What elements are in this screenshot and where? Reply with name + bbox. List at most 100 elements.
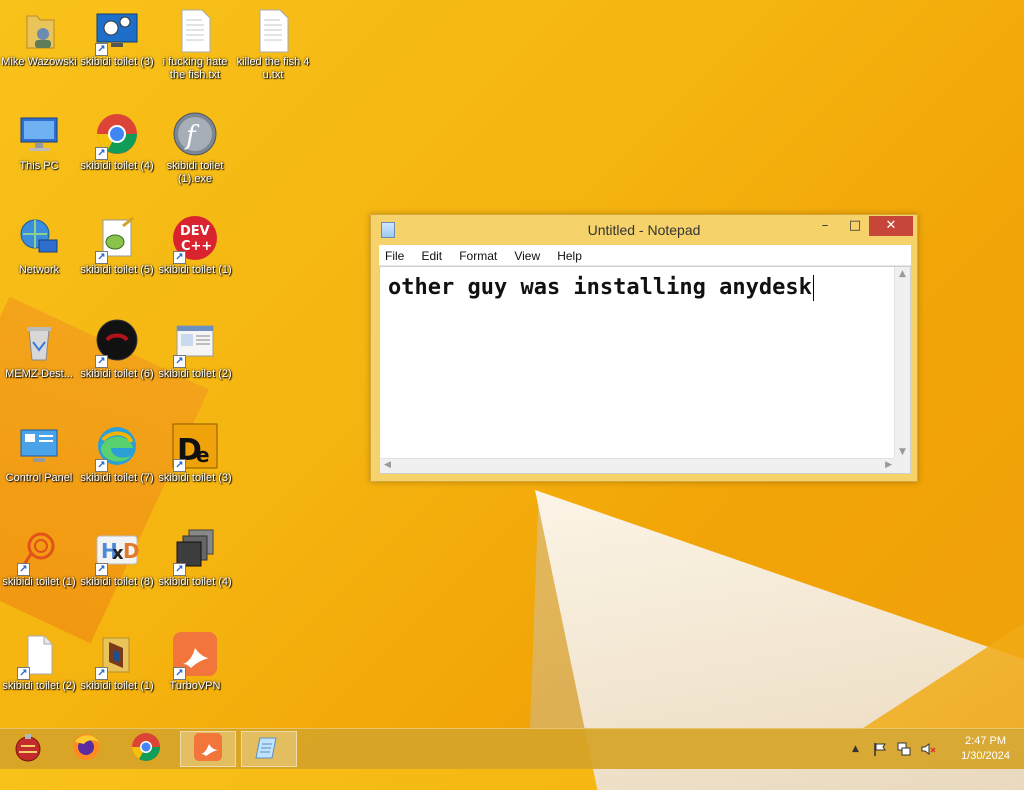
shortcut-arrow-icon: ↗ <box>95 147 108 160</box>
settings-monitor-icon: ↗ <box>93 6 141 56</box>
clock-date: 1/30/2024 <box>961 750 1010 762</box>
desktop-icon-label: killed the fish 4 u.txt <box>236 56 310 81</box>
taskbar-chrome-button[interactable] <box>118 731 174 767</box>
desktop-icon-skibidi-2-app[interactable]: ↗ skibidi toilet (2) <box>157 318 233 381</box>
desktop-icon-skibidi-8[interactable]: HxD ↗ skibidi toilet (8) <box>79 526 155 589</box>
minimize-button[interactable]: – <box>811 216 839 236</box>
network-status-icon[interactable] <box>896 741 912 760</box>
desktop-icon-fish-txt[interactable]: i fucking hate the fish.txt <box>157 6 233 82</box>
menu-bar: File Edit Format View Help <box>379 245 911 266</box>
menu-edit[interactable]: Edit <box>415 246 448 266</box>
edge-icon: ↗ <box>93 422 141 472</box>
clock-time: 2:47 PM <box>965 735 1007 747</box>
shortcut-arrow-icon: ↗ <box>95 355 108 368</box>
text-file-icon <box>171 6 219 54</box>
desktop-icon-skibidi-5[interactable]: ↗ skibidi toilet (5) <box>79 214 155 277</box>
desktop-icon-label: skibidi toilet (4) <box>158 576 232 588</box>
desktop-icon-label: skibidi toilet (1) <box>2 576 76 588</box>
desktop-icon-skibidi-6[interactable]: ↗ skibidi toilet (6) <box>79 318 155 381</box>
firefox-icon <box>69 730 103 768</box>
flag-icon[interactable] <box>872 741 888 760</box>
notepad-window[interactable]: Untitled - Notepad – □ ✕ File Edit Forma… <box>370 214 918 482</box>
user-folder-icon <box>15 6 63 54</box>
dark-circle-icon: ↗ <box>93 318 141 368</box>
desktop-icon-label: TurboVPN <box>169 680 221 692</box>
vertical-scrollbar[interactable]: ▲ ▼ <box>894 267 910 459</box>
close-button[interactable]: ✕ <box>869 216 913 236</box>
text-file-icon <box>249 6 297 54</box>
scroll-down-icon[interactable]: ▼ <box>899 447 906 457</box>
shortcut-arrow-icon: ↗ <box>17 563 30 576</box>
desktop-icon-label: skibidi toilet (1) <box>158 264 232 276</box>
desktop-icon-skibidi-3[interactable]: ↗ skibidi toilet (3) <box>79 6 155 69</box>
maximize-button[interactable]: □ <box>841 216 869 236</box>
editor-text: other guy was installing anydesk <box>388 275 814 301</box>
computer-icon <box>15 110 63 158</box>
shortcut-arrow-icon: ↗ <box>173 355 186 368</box>
scroll-right-icon[interactable]: ▶ <box>885 460 892 470</box>
notepadpp-icon: ↗ <box>93 214 141 264</box>
svg-text:D: D <box>123 539 140 563</box>
text-caret <box>812 275 814 301</box>
desktop-icon-mike-wazowski[interactable]: Mike Wazowski <box>1 6 77 69</box>
desktop-icon-skibidi-7[interactable]: ↗ skibidi toilet (7) <box>79 422 155 485</box>
blank-file-icon: ↗ <box>15 630 63 680</box>
turbovpn-icon <box>193 732 223 766</box>
desktop-icon-skibidi-1-folder[interactable]: ↗ skibidi toilet (1) <box>79 630 155 693</box>
desktop-icon-skibidi-1-exe[interactable]: f skibidi toilet (1).exe <box>157 110 233 186</box>
desktop-icon-skibidi-3-de[interactable]: De ↗ skibidi toilet (3) <box>157 422 233 485</box>
taskbar-notepad-button[interactable] <box>241 731 297 767</box>
shortcut-arrow-icon: ↗ <box>95 459 108 472</box>
desktop-icon-label: skibidi toilet (3) <box>80 56 154 68</box>
desktop-icon-skibidi-1-devcpp[interactable]: DEV C++ ↗ skibidi toilet (1) <box>157 214 233 277</box>
desktop-icon-label: skibidi toilet (2) <box>158 368 232 380</box>
volume-muted-icon[interactable] <box>920 741 936 760</box>
taskbar-turbovpn-button[interactable] <box>180 731 236 767</box>
desktop-icon-turbovpn[interactable]: ↗ TurboVPN <box>157 630 233 693</box>
resize-grip-icon[interactable] <box>894 458 910 473</box>
text-editor[interactable]: other guy was installing anydesk ▲ ▼ ◀ ▶ <box>379 266 911 474</box>
desktop-icon-killed-fish-txt[interactable]: killed the fish 4 u.txt <box>235 6 311 82</box>
desktop-icon-skibidi-1-key[interactable]: ↗ skibidi toilet (1) <box>1 526 77 589</box>
desktop-icon-label: skibidi toilet (3) <box>158 472 232 484</box>
system-tray: ▲ 2:47 PM 1/30/2024 <box>844 729 1024 769</box>
recycle-bin-icon <box>15 318 63 366</box>
shortcut-arrow-icon: ↗ <box>95 563 108 576</box>
desktop-icon-skibidi-2-file[interactable]: ↗ skibidi toilet (2) <box>1 630 77 693</box>
window-app-icon: ↗ <box>171 318 219 368</box>
desktop-icon-skibidi-4-chrome[interactable]: ↗ skibidi toilet (4) <box>79 110 155 173</box>
taskbar: ▲ 2:47 PM 1/30/2024 <box>0 728 1024 769</box>
shortcut-arrow-icon: ↗ <box>173 667 186 680</box>
memz-ornament-icon <box>11 730 45 768</box>
desktop-icon-network[interactable]: Network <box>1 214 77 277</box>
desktop-icon-label: skibidi toilet (6) <box>80 368 154 380</box>
menu-file[interactable]: File <box>379 246 410 266</box>
desktop-icon-this-pc[interactable]: This PC <box>1 110 77 173</box>
desktop-icon-label: skibidi toilet (1) <box>80 680 154 692</box>
clock[interactable]: 2:47 PM 1/30/2024 <box>961 734 1010 764</box>
taskbar-memz-button[interactable] <box>0 731 56 767</box>
desktop-icon-memz[interactable]: MEMZ-Dest... <box>1 318 77 381</box>
desktop-icon-control-panel[interactable]: Control Panel <box>1 422 77 485</box>
tray-chevron-icon[interactable]: ▲ <box>852 744 859 754</box>
taskbar-firefox-button[interactable] <box>58 731 114 767</box>
desktop-icon-label: skibidi toilet (8) <box>80 576 154 588</box>
chrome-icon <box>129 730 163 768</box>
menu-format[interactable]: Format <box>453 246 503 266</box>
desktop-icon-label: skibidi toilet (1).exe <box>166 160 224 185</box>
shortcut-arrow-icon: ↗ <box>95 43 108 56</box>
network-icon <box>15 214 63 262</box>
menu-help[interactable]: Help <box>551 246 588 266</box>
svg-text:e: e <box>196 443 210 467</box>
desktop-icon-skibidi-4-stack[interactable]: ↗ skibidi toilet (4) <box>157 526 233 589</box>
scroll-up-icon[interactable]: ▲ <box>899 269 906 279</box>
menu-view[interactable]: View <box>508 246 546 266</box>
horizontal-scrollbar[interactable]: ◀ ▶ <box>380 458 896 473</box>
desktop-icon-label: skibidi toilet (5) <box>80 264 154 276</box>
desktop-icon-label: skibidi toilet (2) <box>2 680 76 692</box>
desktop-icon-label: Control Panel <box>5 472 73 484</box>
de-app-icon: De ↗ <box>171 422 219 472</box>
notepad-titlebar[interactable]: Untitled - Notepad – □ ✕ <box>371 215 917 243</box>
scroll-left-icon[interactable]: ◀ <box>384 460 391 470</box>
shortcut-arrow-icon: ↗ <box>173 251 186 264</box>
